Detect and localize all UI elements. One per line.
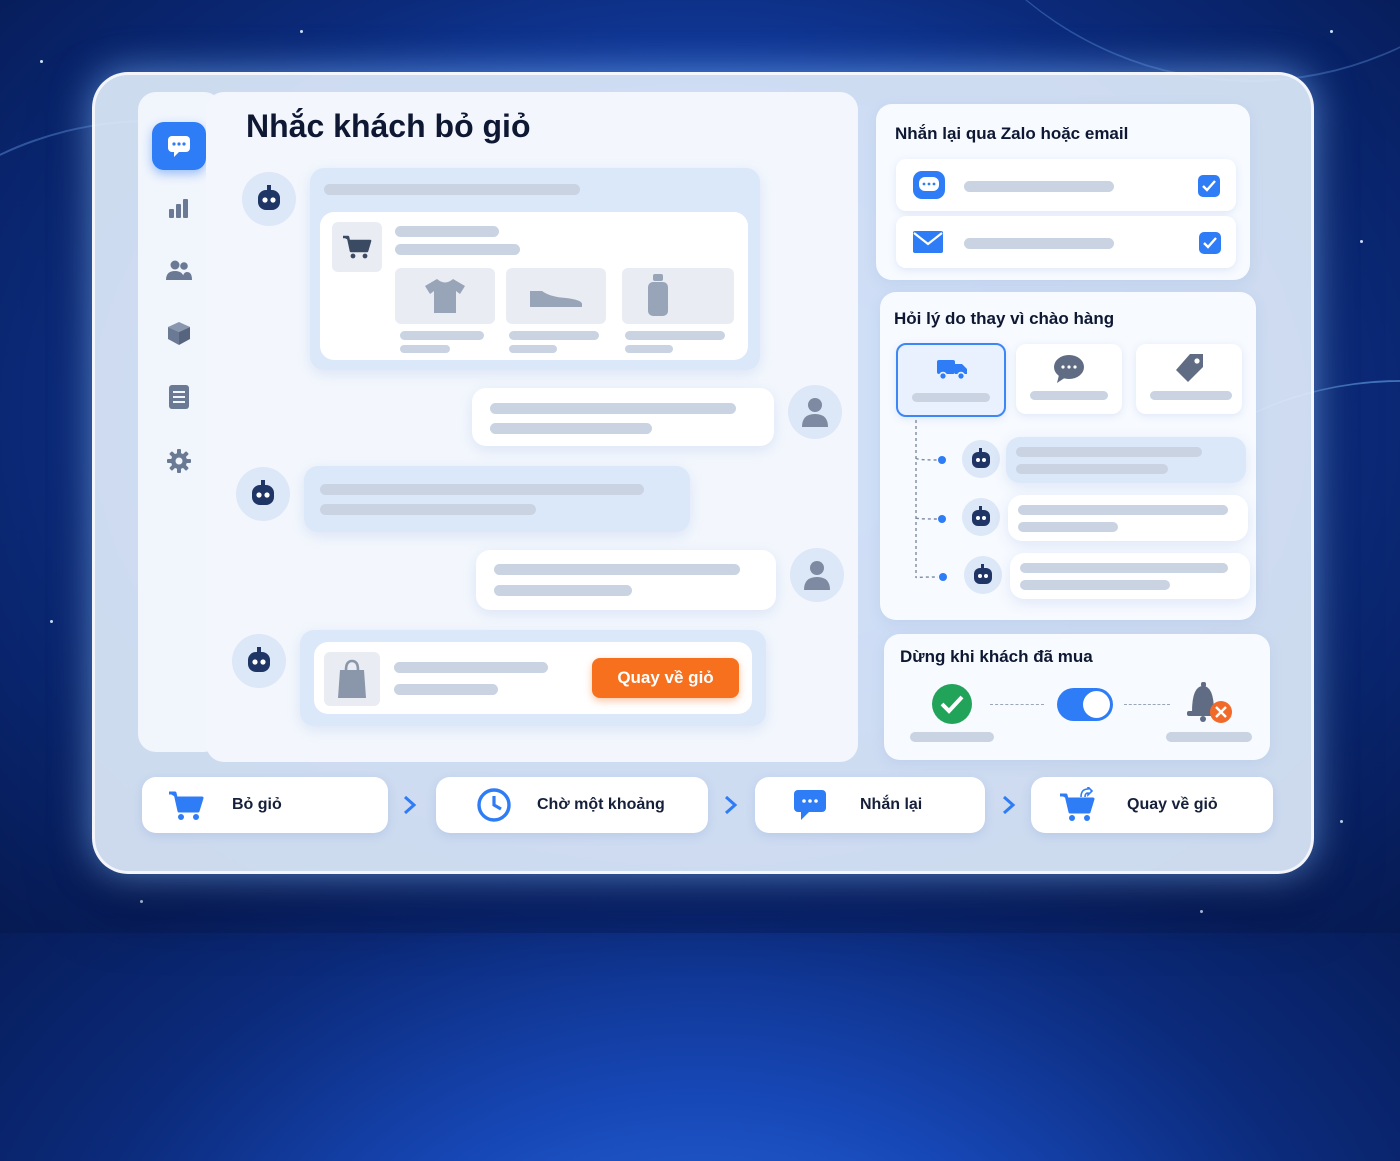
sidebar-item-customers[interactable] — [152, 246, 206, 294]
flow-step-return[interactable]: Quay về giỏ — [1031, 777, 1273, 833]
reason-option-price[interactable] — [1136, 344, 1242, 414]
chart-icon — [169, 199, 188, 218]
check-circle-icon — [932, 684, 972, 724]
user-icon — [804, 561, 830, 590]
sidebar-item-orders[interactable] — [152, 373, 206, 421]
bot-avatar — [236, 467, 290, 521]
channels-title: Nhắn lại qua Zalo hoặc email — [895, 124, 1129, 143]
bag-icon — [338, 659, 366, 698]
flow-step-label: Chờ một khoảng — [537, 796, 665, 813]
truck-icon — [937, 360, 967, 381]
shoe-icon — [530, 291, 582, 307]
cart-return-icon — [1060, 787, 1095, 821]
bottle-icon — [648, 274, 668, 316]
sidebar-item-settings[interactable] — [152, 437, 206, 485]
chevron-right-icon — [404, 795, 417, 815]
cart-card[interactable] — [320, 212, 748, 360]
mail-icon — [913, 231, 943, 253]
speech-bubble-icon — [1054, 355, 1084, 383]
user-icon — [802, 398, 828, 427]
bot-message — [304, 466, 690, 532]
check-icon — [1203, 237, 1217, 249]
robot-icon — [972, 448, 990, 468]
tree-connector — [915, 420, 939, 579]
channel-email[interactable] — [896, 216, 1236, 268]
robot-icon — [252, 480, 274, 505]
robot-icon — [974, 564, 992, 584]
robot-icon — [248, 647, 270, 672]
zalo-chat-icon — [913, 171, 945, 199]
flow-step-label: Bỏ giỏ — [232, 796, 282, 813]
reason-reply — [1006, 437, 1246, 483]
users-icon — [166, 260, 192, 280]
chevron-right-icon — [1003, 795, 1016, 815]
reason-option-shipping[interactable] — [896, 343, 1006, 417]
chevron-right-icon — [725, 795, 738, 815]
bot-avatar — [242, 172, 296, 226]
reason-reply — [1008, 495, 1248, 541]
tag-icon — [1176, 354, 1203, 382]
sidebar-item-products[interactable] — [152, 309, 206, 357]
cart-icon — [169, 791, 204, 820]
sidebar-item-analytics[interactable] — [152, 184, 206, 232]
flow-step-label: Quay về giỏ — [1127, 796, 1218, 813]
robot-icon — [972, 506, 990, 526]
flow-step-message[interactable]: Nhắn lại — [755, 777, 985, 833]
box-icon — [168, 322, 190, 345]
user-message — [476, 550, 776, 610]
bot-avatar — [232, 634, 286, 688]
bell-off-icon — [1187, 682, 1232, 723]
user-avatar — [788, 385, 842, 439]
stop-toggle[interactable] — [1057, 688, 1113, 721]
bot-avatar-small — [964, 556, 1002, 594]
user-avatar — [790, 548, 844, 602]
robot-icon — [258, 185, 280, 210]
email-checkbox[interactable] — [1199, 232, 1221, 254]
flow-step-wait[interactable]: Chờ một khoảng — [436, 777, 708, 833]
bot-avatar-small — [962, 440, 1000, 478]
channel-zalo[interactable] — [896, 159, 1236, 211]
reason-reply — [1010, 553, 1250, 599]
clock-icon — [477, 788, 511, 822]
tshirt-icon — [425, 279, 465, 313]
zalo-checkbox[interactable] — [1198, 175, 1220, 197]
return-to-cart-button[interactable]: Quay về giỏ — [592, 658, 739, 698]
reason-option-question[interactable] — [1016, 344, 1122, 414]
product-thumb[interactable] — [622, 268, 734, 324]
flow-step-abandon[interactable]: Bỏ giỏ — [142, 777, 388, 833]
cart-icon — [343, 235, 372, 259]
stop-title: Dừng khi khách đã mua — [900, 647, 1093, 666]
user-message — [472, 388, 774, 446]
message-icon — [794, 790, 826, 820]
sidebar-item-chat[interactable] — [152, 122, 206, 170]
bot-message-cart — [310, 168, 760, 370]
check-icon — [1202, 180, 1216, 192]
flow-step-label: Nhắn lại — [860, 796, 923, 813]
reasons-title: Hỏi lý do thay vì chào hàng — [894, 309, 1115, 328]
product-thumb[interactable] — [506, 268, 606, 324]
bot-avatar-small — [962, 498, 1000, 536]
document-icon — [169, 385, 189, 409]
gear-icon — [167, 449, 191, 473]
chat-icon — [168, 136, 190, 157]
page-title: Nhắc khách bỏ giỏ — [246, 108, 531, 144]
product-thumb[interactable] — [395, 268, 495, 324]
